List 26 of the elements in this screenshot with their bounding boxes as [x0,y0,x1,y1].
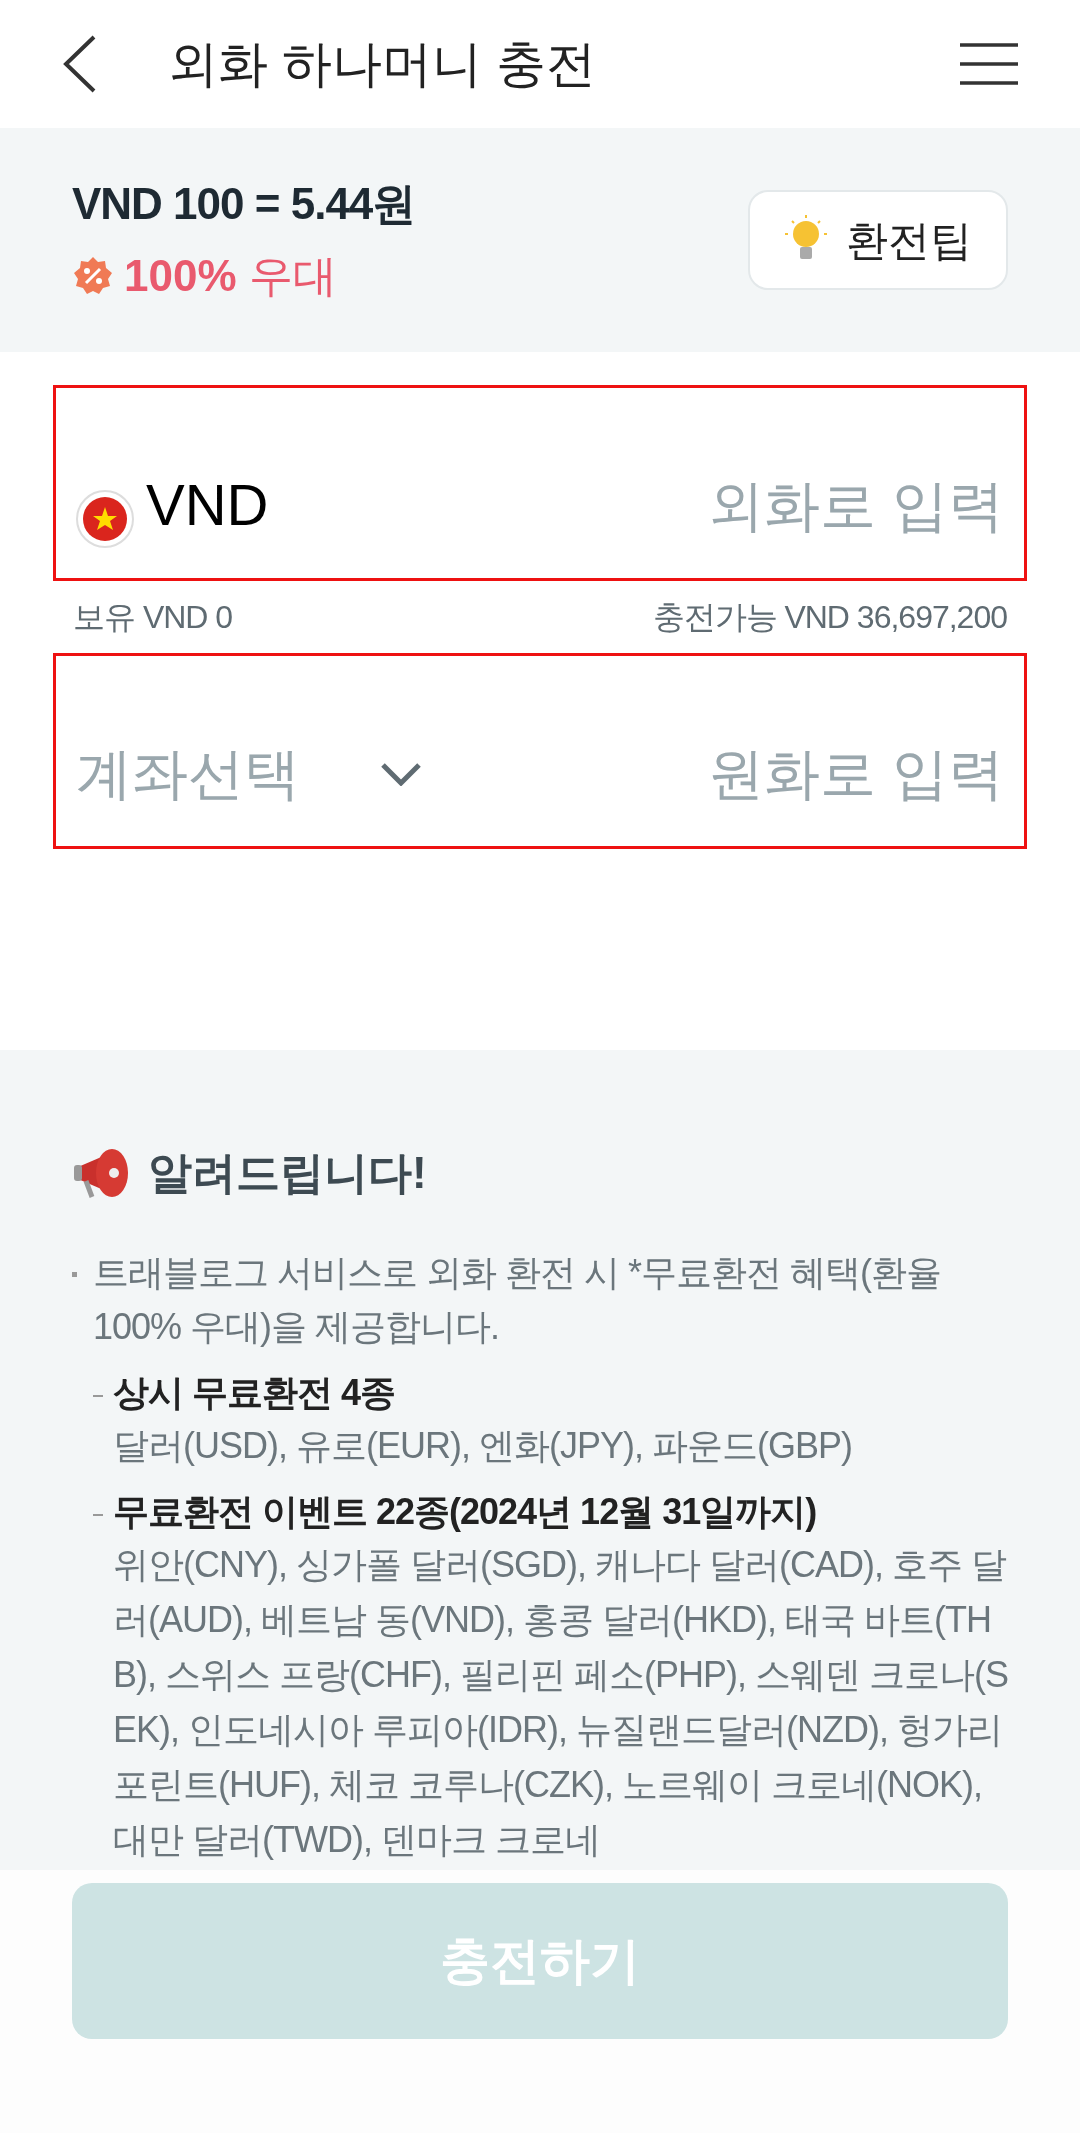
currency-list: 달러(USD), 유로(EUR), 엔화(JPY), 파운드(GBP) [113,1418,1008,1473]
discount-badge-icon [72,255,114,297]
foreign-amount-input[interactable]: 외화로 입력 [644,464,1004,548]
dash-icon [93,1514,103,1516]
notice-subtitle: 상시 무료환전 4종 [113,1371,397,1415]
chevron-down-icon [380,762,422,786]
account-select[interactable]: 계좌선택 [76,732,422,816]
exchange-tip-button[interactable]: 환전팁 [748,190,1008,290]
notice-subtitle: 무료환전 이벤트 22종(2024년 12월 31일까지) [113,1490,818,1534]
exchange-rate: VND 100 = 5.44원 [72,178,416,230]
available-amount: 충전가능 VND 36,697,200 [652,598,1007,637]
preferential-rate: 100% 우대 [124,250,337,302]
flag-icon [76,490,134,548]
page-title: 외화 하나머니 충전 [168,34,597,94]
menu-icon[interactable] [960,43,1018,85]
currency-list: 위안(CNY), 싱가폴 달러(SGD), 캐나다 달러(CAD), 호주 달러(AUD), 베트남 동(VND), 홍콩 달러(HKD), 태국 바트(THB), 스위스 프랑(CHF), 필리핀 페소(PHP), 스웨덴 크로나(SEK), 인도네시아 루피아(IDR), 뉴질랜드달러(NZD), 헝가리 포린트(HUF), 체코 코루나(CZK), 노르웨이 크로네(NOK), 대만 달러(TWD), 덴마크 크로네 [113,1537,1008,1867]
notice-title: 알려드립니다! [148,1147,427,1199]
dash-icon [93,1395,103,1397]
foreign-amount-field[interactable]: VND 외화로 입력 [53,385,1027,581]
notice-text: 트래블로그 서비스로 외화 환전 시 *무료환전 혜택(환율 100% 우대)을 제공합니다. [93,1251,942,1349]
back-icon[interactable] [62,35,98,93]
currency-code: VND [146,471,270,539]
bullet-icon [72,1272,77,1277]
held-balance: 보유 VND 0 [73,598,233,637]
krw-amount-field[interactable]: 계좌선택 원화로 입력 [53,653,1027,849]
krw-amount-input[interactable]: 원화로 입력 [644,732,1004,816]
